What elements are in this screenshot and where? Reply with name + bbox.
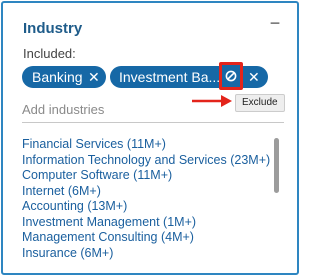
list-item[interactable]: Insurance (6M+) [22, 246, 272, 262]
list-item[interactable]: Information Technology and Services (23M… [22, 153, 272, 169]
collapse-button[interactable]: − [265, 13, 285, 33]
list-item[interactable]: Internet (6M+) [22, 184, 272, 200]
chip-label: Banking [32, 69, 83, 85]
block-icon [225, 70, 237, 82]
list-item[interactable]: Accounting (13M+) [22, 199, 272, 215]
exclude-tooltip: Exclude [235, 94, 285, 112]
list-item[interactable]: Computer Software (11M+) [22, 168, 272, 184]
industry-list: Financial Services (11M+) Information Te… [22, 137, 272, 261]
remove-chip-icon[interactable]: ✕ [88, 66, 100, 88]
industry-filter-panel: Industry − Included: Banking ✕ Investmen… [1, 1, 299, 275]
list-item[interactable]: Management Consulting (4M+) [22, 230, 272, 246]
scrollbar[interactable] [274, 138, 279, 193]
list-item[interactable]: Investment Management (1M+) [22, 215, 272, 231]
arrow-icon [192, 95, 232, 107]
list-item[interactable]: Financial Services (11M+) [22, 137, 272, 153]
included-label: Included: [23, 46, 76, 61]
panel-title: Industry [23, 20, 83, 37]
chip-investment-banking: Investment Ba... ✕ [110, 66, 268, 88]
chip-label: Investment Ba... [119, 69, 221, 85]
chip-banking: Banking ✕ [22, 66, 106, 88]
remove-chip-icon[interactable]: ✕ [248, 66, 260, 88]
exclude-button[interactable] [219, 62, 243, 90]
